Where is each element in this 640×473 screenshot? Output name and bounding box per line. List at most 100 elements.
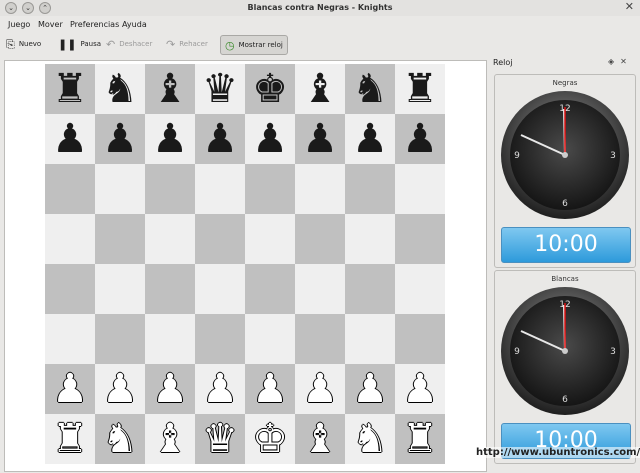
- board-square[interactable]: ♜: [45, 414, 95, 464]
- board-square[interactable]: [345, 214, 395, 264]
- board-square[interactable]: [345, 314, 395, 364]
- black-rook-icon[interactable]: ♜: [52, 69, 88, 109]
- board-square[interactable]: ♝: [295, 64, 345, 114]
- board-square[interactable]: ♟: [95, 364, 145, 414]
- white-rook-icon[interactable]: ♜: [402, 419, 438, 459]
- board-square[interactable]: ♟: [395, 364, 445, 414]
- board-square[interactable]: ♝: [145, 414, 195, 464]
- board-square[interactable]: [395, 164, 445, 214]
- chess-board[interactable]: ♜ ♞ ♝ ♛ ♚ ♝ ♞ ♜ ♟ ♟ ♟ ♟ ♟ ♟ ♟ ♟ ♟ ♟ ♟ ♟ ♟ ♟ ♟ ♟ ♜ ♞ ♝ ♛ ♚ ♝ ♞ ♜: [45, 64, 445, 464]
- black-pawn-icon[interactable]: ♟: [202, 119, 238, 159]
- white-knight-icon[interactable]: ♞: [102, 419, 138, 459]
- board-square[interactable]: ♟: [195, 364, 245, 414]
- black-pawn-icon[interactable]: ♟: [152, 119, 188, 159]
- board-square[interactable]: ♟: [245, 364, 295, 414]
- board-square[interactable]: [245, 214, 295, 264]
- board-square[interactable]: ♟: [95, 114, 145, 164]
- board-square[interactable]: ♚: [245, 414, 295, 464]
- board-square[interactable]: [295, 214, 345, 264]
- board-square[interactable]: ♟: [395, 114, 445, 164]
- board-square[interactable]: ♝: [295, 414, 345, 464]
- white-pawn-icon[interactable]: ♟: [252, 369, 288, 409]
- white-pawn-icon[interactable]: ♟: [52, 369, 88, 409]
- board-square[interactable]: ♛: [195, 64, 245, 114]
- black-knight-icon[interactable]: ♞: [102, 69, 138, 109]
- board-square[interactable]: [95, 314, 145, 364]
- board-square[interactable]: [145, 164, 195, 214]
- board-square[interactable]: ♟: [295, 364, 345, 414]
- board-square[interactable]: ♟: [345, 364, 395, 414]
- black-pawn-icon[interactable]: ♟: [252, 119, 288, 159]
- board-square[interactable]: [395, 314, 445, 364]
- board-square[interactable]: [245, 164, 295, 214]
- board-square[interactable]: ♜: [45, 64, 95, 114]
- menu-juego[interactable]: Juego: [8, 20, 30, 29]
- white-king-icon[interactable]: ♚: [252, 419, 288, 459]
- black-pawn-icon[interactable]: ♟: [352, 119, 388, 159]
- board-square[interactable]: [295, 164, 345, 214]
- board-square[interactable]: ♞: [95, 64, 145, 114]
- board-square[interactable]: ♟: [295, 114, 345, 164]
- board-square[interactable]: [195, 264, 245, 314]
- board-square[interactable]: ♞: [345, 64, 395, 114]
- close-icon[interactable]: ✕: [625, 1, 634, 13]
- board-square[interactable]: [195, 214, 245, 264]
- board-square[interactable]: [45, 214, 95, 264]
- board-square[interactable]: ♟: [195, 114, 245, 164]
- redo-button[interactable]: ↷ Rehacer: [166, 35, 208, 53]
- board-square[interactable]: ♞: [345, 414, 395, 464]
- white-pawn-icon[interactable]: ♟: [152, 369, 188, 409]
- board-square[interactable]: [45, 314, 95, 364]
- undo-button[interactable]: ↶ Deshacer: [106, 35, 152, 53]
- board-square[interactable]: [295, 264, 345, 314]
- white-pawn-icon[interactable]: ♟: [402, 369, 438, 409]
- board-square[interactable]: [195, 164, 245, 214]
- board-square[interactable]: [395, 264, 445, 314]
- board-square[interactable]: [95, 164, 145, 214]
- menu-ayuda[interactable]: Ayuda: [122, 20, 147, 29]
- board-square[interactable]: ♜: [395, 414, 445, 464]
- black-bishop-icon[interactable]: ♝: [152, 69, 188, 109]
- black-pawn-icon[interactable]: ♟: [52, 119, 88, 159]
- new-game-button[interactable]: ⎘ Nuevo: [6, 35, 41, 53]
- black-bishop-icon[interactable]: ♝: [302, 69, 338, 109]
- show-clock-button[interactable]: ◷ Mostrar reloj: [220, 35, 288, 55]
- board-square[interactable]: [345, 164, 395, 214]
- float-icon[interactable]: ◈: [608, 57, 620, 66]
- board-square[interactable]: ♝: [145, 64, 195, 114]
- board-square[interactable]: ♚: [245, 64, 295, 114]
- white-queen-icon[interactable]: ♛: [202, 419, 238, 459]
- board-square[interactable]: ♟: [345, 114, 395, 164]
- white-knight-icon[interactable]: ♞: [352, 419, 388, 459]
- board-square[interactable]: ♟: [145, 114, 195, 164]
- black-queen-icon[interactable]: ♛: [202, 69, 238, 109]
- board-square[interactable]: ♟: [145, 364, 195, 414]
- board-square[interactable]: ♟: [245, 114, 295, 164]
- black-king-icon[interactable]: ♚: [252, 69, 288, 109]
- black-rook-icon[interactable]: ♜: [402, 69, 438, 109]
- board-square[interactable]: [345, 264, 395, 314]
- white-bishop-icon[interactable]: ♝: [152, 419, 188, 459]
- board-square[interactable]: ♞: [95, 414, 145, 464]
- white-rook-icon[interactable]: ♜: [52, 419, 88, 459]
- board-square[interactable]: [145, 314, 195, 364]
- white-bishop-icon[interactable]: ♝: [302, 419, 338, 459]
- panel-close-icon[interactable]: ✕: [620, 57, 633, 66]
- board-square[interactable]: [245, 264, 295, 314]
- board-square[interactable]: ♟: [45, 114, 95, 164]
- white-pawn-icon[interactable]: ♟: [302, 369, 338, 409]
- board-square[interactable]: ♜: [395, 64, 445, 114]
- black-knight-icon[interactable]: ♞: [352, 69, 388, 109]
- black-pawn-icon[interactable]: ♟: [102, 119, 138, 159]
- board-square[interactable]: [245, 314, 295, 364]
- menu-preferencias[interactable]: Preferencias: [70, 20, 119, 29]
- board-square[interactable]: [45, 264, 95, 314]
- white-pawn-icon[interactable]: ♟: [202, 369, 238, 409]
- black-pawn-icon[interactable]: ♟: [402, 119, 438, 159]
- pause-button[interactable]: ❚❚ Pausa: [58, 35, 101, 53]
- board-square[interactable]: ♛: [195, 414, 245, 464]
- board-square[interactable]: [95, 214, 145, 264]
- board-square[interactable]: [395, 214, 445, 264]
- board-square[interactable]: [145, 214, 195, 264]
- menu-mover[interactable]: Mover: [38, 20, 63, 29]
